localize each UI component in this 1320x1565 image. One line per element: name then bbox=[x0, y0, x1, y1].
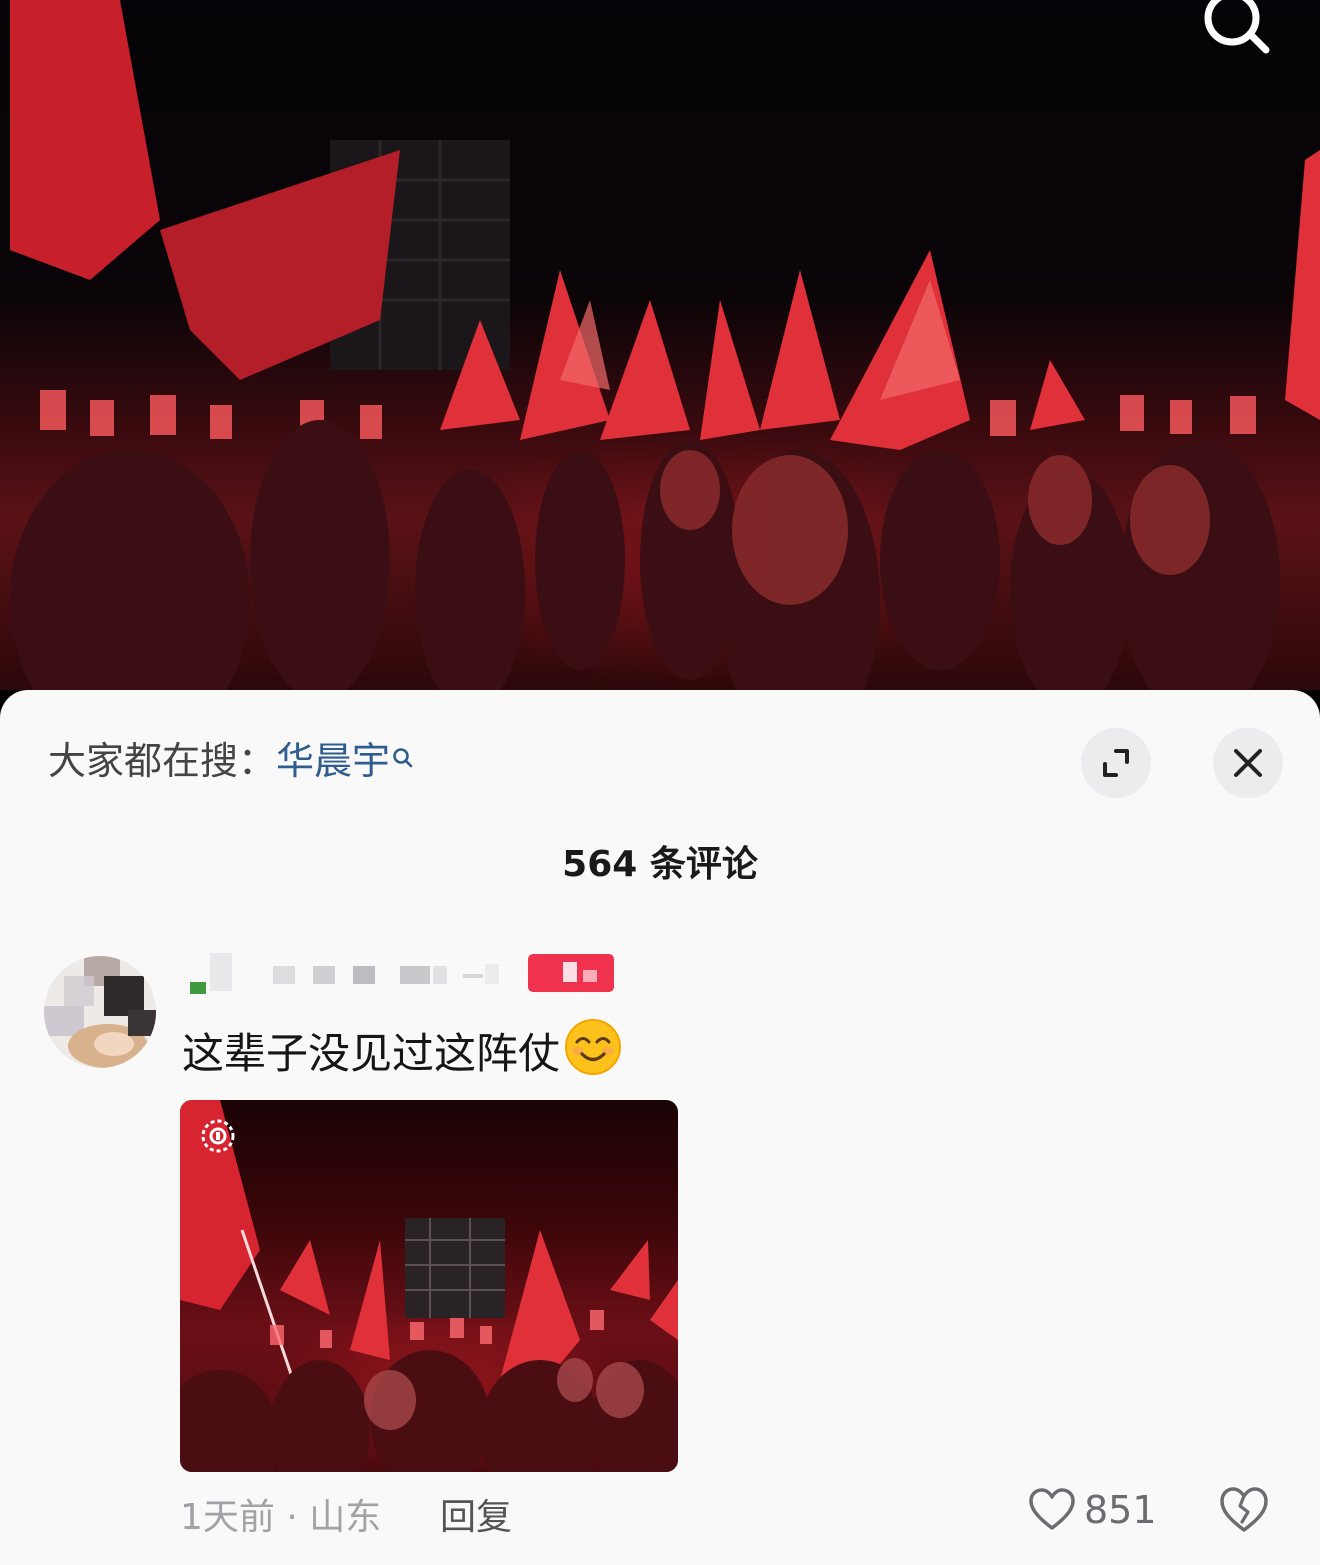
dislike-button[interactable] bbox=[1218, 1486, 1270, 1534]
comment-time: 1天前 bbox=[180, 1497, 275, 1538]
broken-heart-icon bbox=[1220, 1487, 1268, 1532]
pixelated-avatar-image bbox=[44, 956, 156, 1068]
meta-separator: · bbox=[274, 1497, 310, 1538]
close-icon bbox=[1234, 749, 1262, 777]
trending-prefix: 大家都在搜： bbox=[48, 739, 277, 783]
close-button[interactable] bbox=[1213, 728, 1283, 798]
redacted-username bbox=[190, 953, 614, 994]
search-icon bbox=[1204, 0, 1270, 54]
search-button[interactable] bbox=[1196, 0, 1276, 60]
comment-image[interactable] bbox=[180, 1100, 678, 1472]
like-button[interactable]: 851 bbox=[1028, 1486, 1157, 1534]
expand-button[interactable] bbox=[1081, 728, 1151, 798]
comment-text: 这辈子没见过这阵仗 bbox=[182, 1018, 622, 1086]
comment-sheet: 大家都在搜：华晨宇 564 条评论 这辈子没见过这阵仗 1天前 · 山东 回复 … bbox=[0, 690, 1320, 1565]
heart-outline-icon bbox=[1029, 1488, 1075, 1530]
smiling-face-emoji-icon bbox=[564, 1018, 622, 1086]
comment-body: 这辈子没见过这阵仗 bbox=[182, 1029, 561, 1078]
expand-icon bbox=[1103, 749, 1129, 777]
concert-crowd-scene bbox=[0, 0, 1320, 720]
trending-keyword-link[interactable]: 华晨宇 bbox=[276, 739, 390, 783]
reply-button[interactable]: 回复 bbox=[440, 1488, 512, 1540]
avatar[interactable] bbox=[44, 956, 156, 1068]
trending-search: 大家都在搜：华晨宇 bbox=[48, 730, 414, 785]
comment-location: 山东 bbox=[309, 1497, 382, 1538]
video-player[interactable] bbox=[0, 0, 1320, 720]
comment-count: 564 条评论 bbox=[562, 844, 758, 885]
search-small-icon bbox=[392, 734, 414, 778]
username-blurred[interactable] bbox=[185, 948, 625, 1000]
like-count: 851 bbox=[1084, 1488, 1157, 1532]
comment-meta: 1天前 · 山东 bbox=[180, 1488, 381, 1540]
concert-photo bbox=[180, 1100, 678, 1472]
